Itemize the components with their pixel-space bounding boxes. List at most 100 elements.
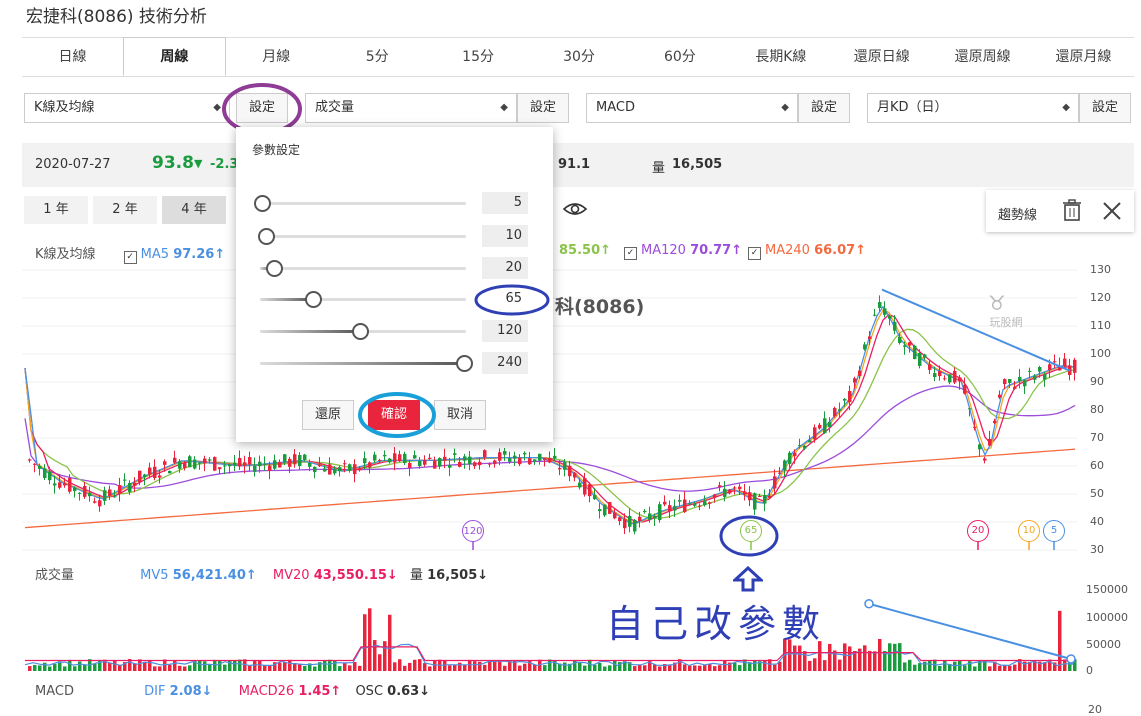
volume-bar [343,663,347,671]
volume-bar [668,665,672,671]
candle-body [828,421,832,428]
candle-body [798,445,802,447]
volume-bar [323,660,327,671]
value-ma240[interactable]: 240 [482,352,528,374]
candle-body [518,457,522,465]
candle-body [633,519,637,532]
candle-body [623,519,627,529]
trash-icon[interactable] [1062,199,1082,221]
volume-settings-button[interactable]: 設定 [517,93,569,123]
candle-body [333,469,337,474]
candle-body [583,478,587,495]
tab-adj-daily[interactable]: 還原日線 [831,38,932,76]
candle-body [883,308,887,315]
volume-bar [988,666,992,671]
tab-60min[interactable]: 60分 [629,38,730,76]
cancel-button[interactable]: 取消 [434,400,486,430]
kline-select[interactable]: K線及均線 ◆ [24,93,230,123]
slider-ma20[interactable] [266,260,283,277]
volume-bar [33,664,37,671]
ma5-toggle[interactable]: ✓ MA5 97.26↑ [123,247,225,264]
value-ma120[interactable]: 120 [482,320,528,342]
volume-bar [268,665,272,671]
volume-bar [563,662,567,671]
candle-body [233,462,237,466]
candle-body [348,464,352,471]
volume-bar [643,665,647,671]
range-1y[interactable]: 1 年 [24,196,88,224]
candle-body [473,462,477,467]
kd-settings-button[interactable]: 設定 [1079,93,1131,123]
reset-button[interactable]: 還原 [302,400,354,430]
tab-weekly[interactable]: 周線 [122,37,226,76]
slider-ma10[interactable] [258,228,275,245]
value-ma10[interactable]: 10 [482,225,528,247]
slider-ma120[interactable] [352,323,369,340]
slider-ma60[interactable] [305,291,322,308]
trendline-button[interactable]: 趨勢線 [998,204,1037,223]
kd-select[interactable]: 月KD（日） ◆ [867,93,1079,123]
tab-adj-weekly[interactable]: 還原周線 [932,38,1033,76]
close-icon[interactable] [1102,201,1122,221]
tab-5min[interactable]: 5分 [327,38,428,76]
candle-body [758,495,762,497]
candle-body [1013,386,1017,389]
macd-select[interactable]: MACD ◆ [586,93,798,123]
tab-monthly[interactable]: 月線 [226,38,327,76]
candle-body [168,471,172,474]
volume-bar [453,664,457,671]
slider-ma5[interactable] [254,195,271,212]
candle-body [843,398,847,401]
candle-body [1028,370,1032,372]
candle-body [293,454,297,465]
candle-body [173,457,177,463]
volume-bar [393,662,397,671]
eye-icon[interactable] [562,200,588,218]
volume-select[interactable]: 成交量 ◆ [305,93,517,123]
range-2y[interactable]: 2 年 [93,196,157,224]
candle-body [53,483,57,486]
ma240-toggle[interactable]: ✓ MA240 66.07↑ [748,243,866,260]
trend-handle[interactable] [1066,654,1076,664]
candle-body [1003,379,1007,385]
candle-body [773,476,777,489]
tab-30min[interactable]: 30分 [529,38,630,76]
candle-body [693,503,697,506]
volume-chart[interactable] [0,582,1141,674]
volume-bar [368,608,372,671]
volume-bar [238,659,242,671]
candle-body [283,454,287,462]
candle-body [628,515,632,527]
slider-ma240[interactable] [456,355,473,372]
volume-bar [733,662,737,671]
candle-body [658,504,662,521]
candle-body [298,455,302,466]
tab-long-term[interactable]: 長期K線 [730,38,831,76]
tab-daily[interactable]: 日線 [22,38,123,76]
tab-15min[interactable]: 15分 [428,38,529,76]
range-4y[interactable]: 4 年 [162,196,226,224]
volume-bar [793,645,797,671]
candle-body [128,483,132,492]
value-ma20[interactable]: 20 [482,257,528,279]
macd-settings-button[interactable]: 設定 [798,93,850,123]
value-ma5[interactable]: 5 [482,192,528,214]
slider-fill [260,330,360,333]
trend-handle[interactable] [864,599,874,609]
volume-bar [798,645,802,671]
candle-body [268,465,272,471]
candle-body [678,500,682,502]
updown-icon: ◆ [500,102,508,113]
tab-adj-monthly[interactable]: 還原月線 [1033,38,1134,76]
ma120-toggle[interactable]: ✓ MA120 70.77↑ [624,243,742,260]
candle-body [1018,376,1022,382]
candle-body [398,454,402,462]
volume-bar [338,666,342,671]
kline-legend-label: K線及均線 [35,247,96,262]
ma5-marker: 5 [1043,520,1065,542]
candle-body [218,467,222,470]
volume-bar [218,660,222,671]
chart-watermark: 科(8086) [555,296,645,318]
volume-bar [983,660,987,671]
volume-bar [823,660,827,671]
